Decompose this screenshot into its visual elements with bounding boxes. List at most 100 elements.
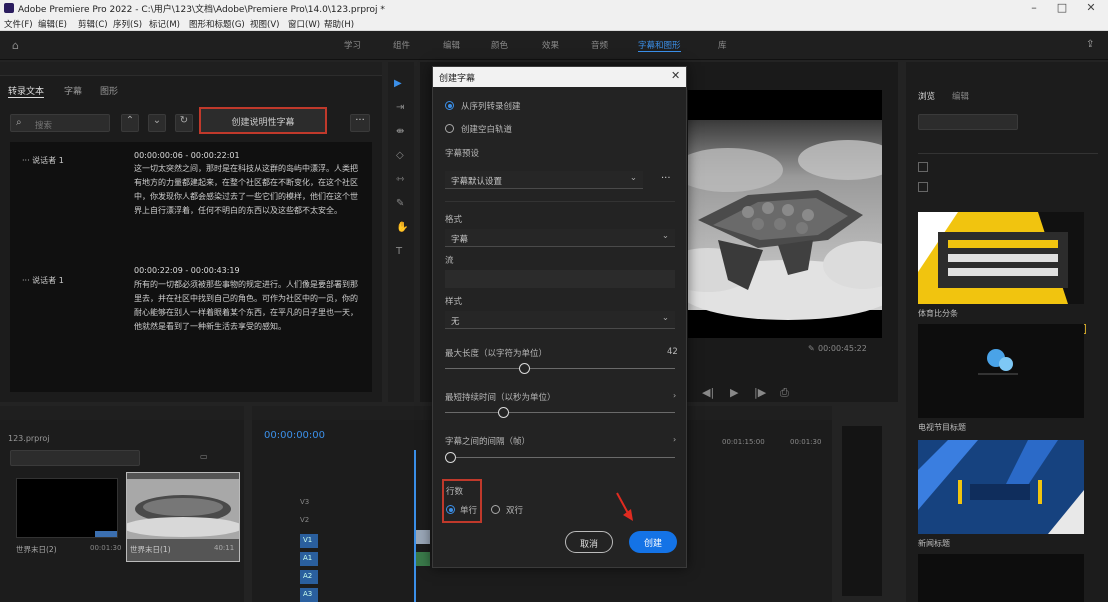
clip-duration-bar [95, 531, 117, 537]
menu-clip[interactable]: 剪辑(C) [78, 18, 108, 30]
more-options-icon[interactable]: ··· [350, 114, 370, 132]
max-length-value: 42 [667, 347, 678, 357]
playhead[interactable] [414, 450, 416, 602]
min-duration-slider-knob[interactable] [497, 407, 509, 418]
menu-view[interactable]: 视图(V) [250, 18, 279, 30]
chevron-right-icon[interactable]: › [673, 391, 676, 400]
bin-icon[interactable]: ▭ [200, 452, 208, 461]
menu-file[interactable]: 文件(F) [4, 18, 33, 30]
format-value: 字幕 [451, 235, 469, 245]
track-label-a3[interactable]: A3 [300, 588, 318, 602]
wrench-icon[interactable]: ✎ [808, 344, 815, 353]
entry-text[interactable]: 这一切太突然之间，那时是在科技从这群的岛屿中漂浮。人类把有地方的力量都建起来，在… [134, 162, 364, 218]
share-icon[interactable]: ⇪ [1086, 39, 1094, 50]
maximize-icon[interactable]: □ [1052, 1, 1072, 14]
clip-duration: 40:11 [214, 544, 235, 552]
razor-icon[interactable]: ◇ [396, 150, 404, 161]
audio-clip[interactable] [416, 552, 430, 566]
home-icon[interactable]: ⌂ [12, 39, 19, 52]
workspace-tab-assembly[interactable]: 组件 [393, 39, 410, 51]
cancel-button[interactable]: 取消 [565, 531, 613, 553]
menu-marker[interactable]: 标记(M) [149, 18, 180, 30]
radio-single-line[interactable] [446, 505, 455, 514]
close-icon[interactable]: ✕ [671, 69, 680, 82]
type-tool-icon[interactable]: T [396, 246, 402, 257]
play-icon[interactable]: ▶ [730, 386, 738, 399]
timeline-timecode[interactable]: 00:00:00:00 [264, 430, 325, 441]
chevron-down-icon[interactable]: ⌄ [148, 114, 166, 132]
clip-thumbnail-image [127, 479, 239, 539]
graphic-title: 电视节目标题 [918, 423, 966, 432]
graphic-title: 新闻标题 [918, 539, 950, 548]
search-field[interactable]: ⌕ 搜索 [10, 114, 110, 132]
max-length-slider-knob[interactable] [519, 363, 531, 374]
menu-graphics[interactable]: 图形和标题(G) [189, 18, 245, 30]
checkbox[interactable] [918, 182, 928, 192]
radio-from-transcript[interactable] [445, 101, 454, 110]
chevron-up-icon[interactable]: ⌃ [121, 114, 139, 132]
workspace-tab-color[interactable]: 颜色 [491, 39, 508, 51]
slip-icon[interactable]: ⇿ [396, 174, 404, 185]
clip-name: 世界末日(2) [16, 545, 57, 554]
chevron-down-icon: ⌄ [661, 231, 669, 241]
create-captions-button[interactable]: 创建说明性字幕 [199, 107, 327, 134]
graphic-thumb-sports[interactable] [918, 212, 1084, 304]
chevron-down-icon: ⌄ [629, 173, 637, 183]
selection-tool-icon[interactable]: ▶ [394, 78, 402, 89]
menu-sequence[interactable]: 序列(S) [113, 18, 142, 30]
graphic-thumb-tv[interactable] [918, 324, 1084, 418]
sports-scoreboard-thumbnail [918, 212, 1084, 304]
radio-blank-track[interactable] [445, 124, 454, 133]
chevron-right-icon[interactable]: › [673, 435, 676, 444]
workspace-tab-effects[interactable]: 效果 [542, 39, 559, 51]
step-back-icon[interactable]: ◀| [702, 386, 714, 399]
tab-transcript[interactable]: 转录文本 [8, 84, 45, 98]
more-options-icon[interactable]: ··· [661, 173, 671, 184]
step-forward-icon[interactable]: |▶ [754, 386, 766, 399]
graphics-search[interactable] [918, 142, 1098, 154]
export-frame-icon[interactable]: ⎙ [780, 386, 789, 400]
pen-icon[interactable]: ✎ [396, 198, 404, 209]
stream-select [445, 270, 675, 288]
preset-value: 字幕默认设置 [451, 177, 503, 187]
menu-help[interactable]: 帮助(H) [324, 18, 354, 30]
minimize-icon[interactable]: – [1024, 1, 1044, 14]
hand-icon[interactable]: ✋ [396, 222, 408, 233]
format-select[interactable]: 字幕 ⌄ [445, 229, 675, 247]
checkbox[interactable] [918, 162, 928, 172]
gap-slider-knob[interactable] [445, 452, 456, 463]
graphic-thumb-news[interactable] [918, 440, 1084, 534]
tab-captions[interactable]: 字幕 [64, 84, 82, 97]
close-window-icon[interactable]: ✕ [1081, 1, 1101, 14]
window-title: Adobe Premiere Pro 2022 - C:\用户\123\文档\A… [18, 5, 385, 15]
preset-select[interactable]: 字幕默认设置 ⌄ [445, 171, 643, 189]
workspace-tab-learn[interactable]: 学习 [344, 39, 361, 51]
video-clip[interactable] [416, 530, 430, 544]
menu-edit[interactable]: 编辑(E) [38, 18, 67, 30]
graphic-thumb-more[interactable] [918, 554, 1084, 602]
tab-graphics[interactable]: 图形 [100, 84, 118, 97]
workspace-tab-libraries[interactable]: 库 [718, 39, 727, 51]
clip-duration: 00:01:30 [90, 544, 122, 552]
workspace-tab-audio[interactable]: 音频 [591, 39, 608, 51]
radio-double-line[interactable] [491, 505, 500, 514]
style-select[interactable]: 无 ⌄ [445, 311, 675, 329]
workspace-tab-editing[interactable]: 编辑 [443, 39, 460, 51]
ripple-edit-icon[interactable]: ⇼ [396, 126, 404, 137]
graphics-library-select[interactable] [918, 114, 1018, 130]
clip-thumbnail[interactable] [16, 478, 118, 538]
entry-timecode: 00:00:00:06 - 00:00:22:01 [134, 151, 240, 160]
entry-text[interactable]: 所有的一切都必须被那些事物的规定进行。人们像是要部署到那里去，并在社区中找到自己… [134, 278, 364, 334]
project-search-input[interactable] [10, 450, 140, 466]
menu-window[interactable]: 窗口(W) [288, 18, 320, 30]
track-label-a1[interactable]: A1 [300, 552, 318, 566]
refresh-icon[interactable]: ↻ [175, 114, 193, 132]
track-label-v1[interactable]: V1 [300, 534, 318, 548]
tab-edit[interactable]: 编辑 [952, 90, 969, 102]
track-select-icon[interactable]: ⇥ [396, 102, 404, 113]
workspace-tab-captions[interactable]: 字幕和图形 [638, 39, 681, 52]
tab-browse[interactable]: 浏览 [918, 90, 935, 102]
panel-tab-strip [0, 62, 382, 76]
track-label-a2[interactable]: A2 [300, 570, 318, 584]
create-button[interactable]: 创建 [629, 531, 677, 553]
